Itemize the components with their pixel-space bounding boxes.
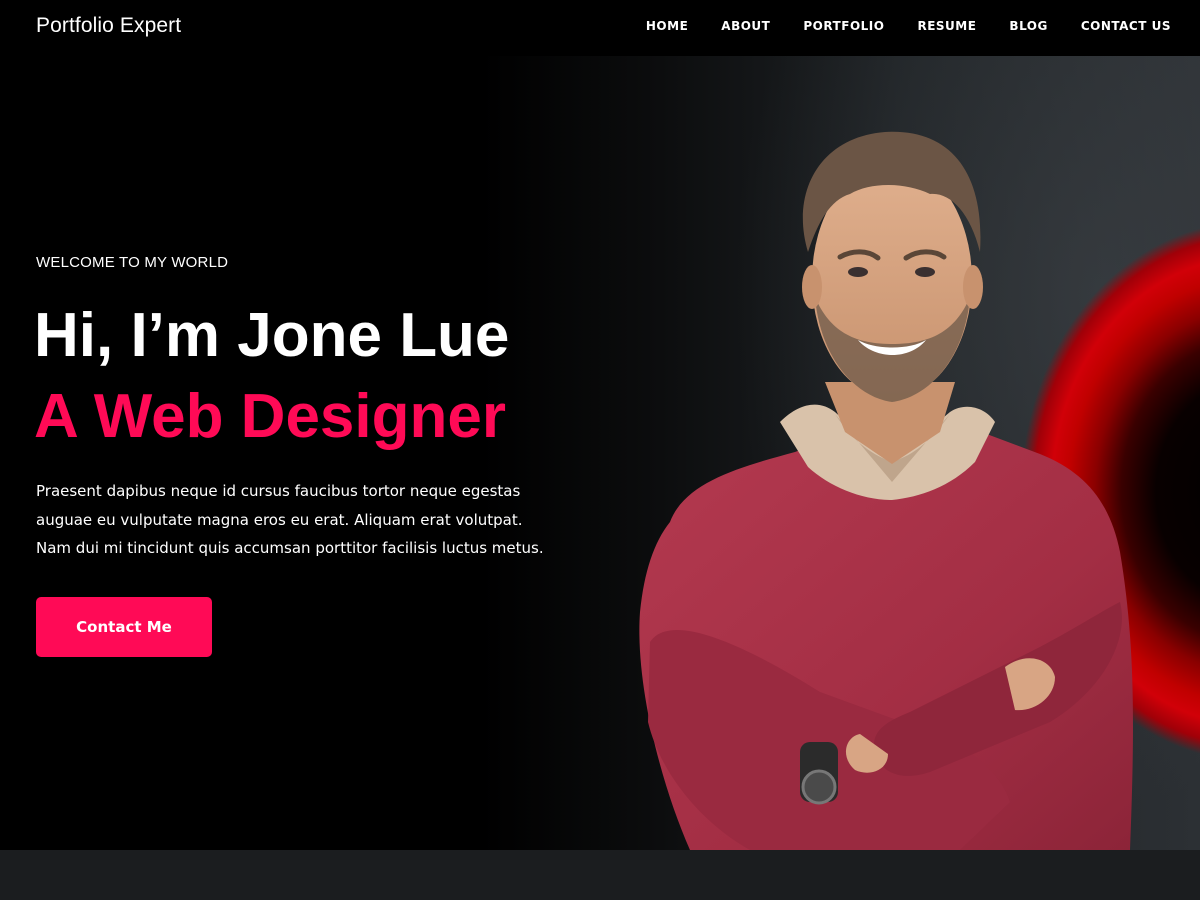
- site-logo[interactable]: Portfolio Expert: [36, 14, 181, 38]
- nav-about[interactable]: ABOUT: [721, 18, 770, 34]
- description-line: auguae eu vulputate magna eros eu erat. …: [36, 510, 523, 529]
- description-line: Praesent dapibus neque id cursus faucibu…: [36, 482, 521, 500]
- nav-resume[interactable]: RESUME: [917, 18, 976, 34]
- next-section-strip: [0, 850, 1200, 900]
- page: WELCOME TO MY WORLD Hi, I’m Jone Lue A W…: [0, 0, 1200, 900]
- hero-description: Praesent dapibus neque id cursus faucibu…: [36, 477, 596, 563]
- hero-headline: Hi, I’m Jone Lue: [34, 301, 510, 370]
- site-header: Portfolio Expert HOME ABOUT PORTFOLIO RE…: [0, 0, 1200, 56]
- main-nav: HOME ABOUT PORTFOLIO RESUME BLOG CONTACT…: [613, 18, 1171, 34]
- nav-portfolio[interactable]: PORTFOLIO: [803, 18, 884, 34]
- welcome-text: WELCOME TO MY WORLD: [36, 254, 229, 271]
- hero-section: WELCOME TO MY WORLD Hi, I’m Jone Lue A W…: [0, 56, 1200, 850]
- nav-home[interactable]: HOME: [646, 18, 688, 34]
- nav-blog[interactable]: BLOG: [1009, 18, 1047, 34]
- nav-contact-us[interactable]: CONTACT US: [1081, 18, 1171, 34]
- description-line: Nam dui mi tincidunt quis accumsan portt…: [36, 539, 544, 557]
- profile-photo: [630, 82, 1150, 850]
- contact-me-button[interactable]: Contact Me: [36, 597, 212, 657]
- hero-subheadline: A Web Designer: [34, 382, 506, 451]
